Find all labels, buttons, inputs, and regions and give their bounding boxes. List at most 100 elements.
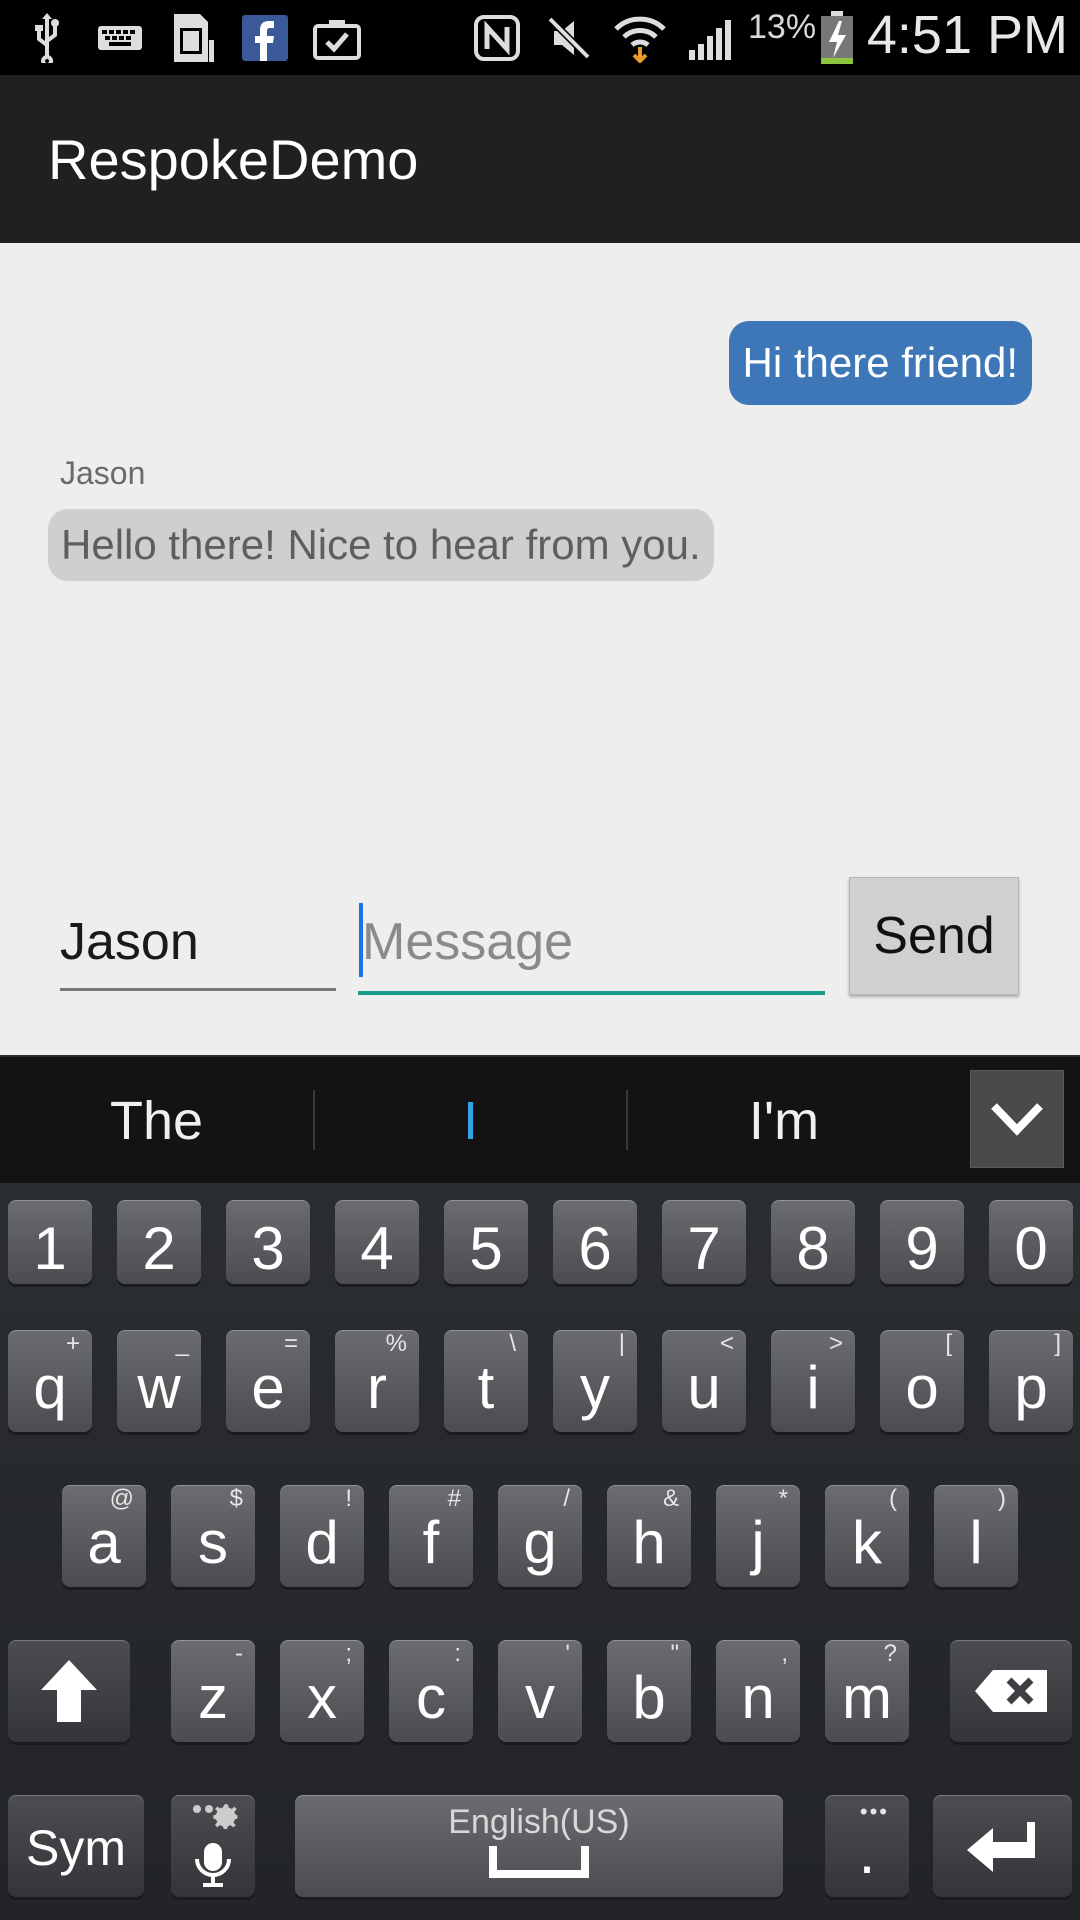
key-hint-label: ) <box>998 1485 1006 1512</box>
key-g[interactable]: / g <box>498 1485 582 1587</box>
text-caret <box>359 903 363 977</box>
key-label: m <box>842 1663 892 1731</box>
key-v[interactable]: ' v <box>498 1640 582 1742</box>
battery-percent: 13% <box>748 8 817 46</box>
key-w[interactable]: _ w <box>117 1330 201 1432</box>
nfc-icon <box>472 10 522 66</box>
voice-input-key[interactable] <box>171 1795 255 1897</box>
key-label: j <box>751 1508 765 1576</box>
key-p[interactable]: ] p <box>989 1330 1073 1432</box>
key-label: t <box>477 1353 495 1421</box>
key-a[interactable]: @ a <box>62 1485 146 1587</box>
key-o[interactable]: [o <box>880 1330 964 1432</box>
key-q[interactable]: + q <box>8 1330 92 1432</box>
key-0[interactable]: 0 <box>989 1200 1073 1284</box>
app-title: RespokeDemo <box>48 128 419 191</box>
key-label: o <box>905 1353 939 1421</box>
chat-area[interactable]: Hi there friend! Jason Hello there! Nice… <box>0 243 1080 1055</box>
key-l[interactable]: ) l <box>934 1485 1018 1587</box>
key-label: 7 <box>687 1214 721 1282</box>
key-label: w <box>137 1353 181 1421</box>
key-hint-label: , <box>781 1640 788 1667</box>
key-hint-label: < <box>719 1330 734 1357</box>
chevron-down-icon <box>991 1103 1043 1136</box>
key-9[interactable]: 9 <box>880 1200 964 1284</box>
key-b[interactable]: " b <box>607 1640 691 1742</box>
key-n[interactable]: ,n <box>716 1640 800 1742</box>
space-key[interactable]: English(US) <box>295 1795 783 1897</box>
key-label: n <box>741 1663 775 1731</box>
key-h[interactable]: & h <box>607 1485 691 1587</box>
key-hint-label: = <box>283 1330 298 1357</box>
keyboard-icon <box>96 10 144 66</box>
key-label: 8 <box>796 1214 830 1282</box>
key-label: r <box>367 1353 387 1421</box>
wifi-icon <box>612 10 668 66</box>
key-c[interactable]: :c <box>389 1640 473 1742</box>
send-button[interactable]: Send <box>849 877 1019 995</box>
key-hint-label: [ <box>945 1330 952 1357</box>
key-e[interactable]: = e <box>226 1330 310 1432</box>
key-x[interactable]: ; x <box>280 1640 364 1742</box>
key-d[interactable]: ! d <box>280 1485 364 1587</box>
key-hint-label: ' <box>565 1640 570 1667</box>
key-hint-label: : <box>454 1640 461 1667</box>
period-key[interactable]: ••• . <box>825 1795 909 1897</box>
message-input[interactable]: Message <box>358 893 825 995</box>
key-7[interactable]: 7 <box>662 1200 746 1284</box>
key-label: c <box>416 1663 446 1731</box>
backspace-key[interactable] <box>950 1640 1072 1742</box>
suggestion-bar: The I I'm <box>0 1055 1080 1183</box>
key-f[interactable]: # f <box>389 1485 473 1587</box>
key-hint-label: | <box>618 1330 625 1357</box>
battery-charging-icon <box>818 10 856 66</box>
key-hint-label: % <box>385 1330 407 1357</box>
suggestion-1[interactable]: The <box>0 1057 313 1185</box>
key-4[interactable]: 4 <box>335 1200 419 1284</box>
clipboard-check-icon <box>310 10 364 66</box>
key-label: 0 <box>1014 1214 1048 1282</box>
key-5[interactable]: 5 <box>444 1200 528 1284</box>
key-3[interactable]: 3 <box>226 1200 310 1284</box>
suggestion-2[interactable]: I <box>315 1057 626 1185</box>
key-label: s <box>198 1508 228 1576</box>
space-icon <box>489 1846 589 1878</box>
suggestion-3[interactable]: I'm <box>628 1057 940 1185</box>
key-6[interactable]: 6 <box>553 1200 637 1284</box>
name-field[interactable]: Jason <box>60 895 336 991</box>
key-s[interactable]: $ s <box>171 1485 255 1587</box>
microphone-icon <box>193 1804 238 1887</box>
key-label: p <box>1014 1353 1048 1421</box>
key-k[interactable]: (k <box>825 1485 909 1587</box>
key-label: 5 <box>469 1214 503 1282</box>
enter-key[interactable] <box>933 1795 1072 1897</box>
key-label: 9 <box>905 1214 939 1282</box>
sym-key[interactable]: Sym <box>8 1795 144 1897</box>
key-r[interactable]: % r <box>335 1330 419 1432</box>
key-8[interactable]: 8 <box>771 1200 855 1284</box>
key-z[interactable]: -z <box>171 1640 255 1742</box>
key-hint-label: + <box>65 1330 80 1357</box>
key-1[interactable]: 1 <box>8 1200 92 1284</box>
key-y[interactable]: | y <box>553 1330 637 1432</box>
key-u[interactable]: < u <box>662 1330 746 1432</box>
screen: 13% 4:51 PM RespokeDemo Hi there friend!… <box>0 0 1080 1920</box>
key-j[interactable]: * j <box>716 1485 800 1587</box>
key-label: k <box>852 1508 882 1576</box>
action-bar: RespokeDemo <box>0 75 1080 243</box>
key-i[interactable]: > i <box>771 1330 855 1432</box>
sd-card-icon <box>166 10 216 66</box>
key-2[interactable]: 2 <box>117 1200 201 1284</box>
key-label: 6 <box>578 1214 612 1282</box>
key-m[interactable]: ? m <box>825 1640 909 1742</box>
key-hint-label: ] <box>1054 1330 1061 1357</box>
key-hint-label: ; <box>345 1640 352 1667</box>
collapse-suggestions-button[interactable] <box>970 1070 1064 1168</box>
shift-key[interactable] <box>8 1640 130 1742</box>
usb-icon <box>26 10 68 66</box>
key-label: v <box>525 1663 555 1731</box>
key-label: x <box>307 1663 337 1731</box>
key-t[interactable]: \ t <box>444 1330 528 1432</box>
status-bar: 13% 4:51 PM <box>0 0 1080 75</box>
key-hint-label: - <box>235 1640 243 1667</box>
